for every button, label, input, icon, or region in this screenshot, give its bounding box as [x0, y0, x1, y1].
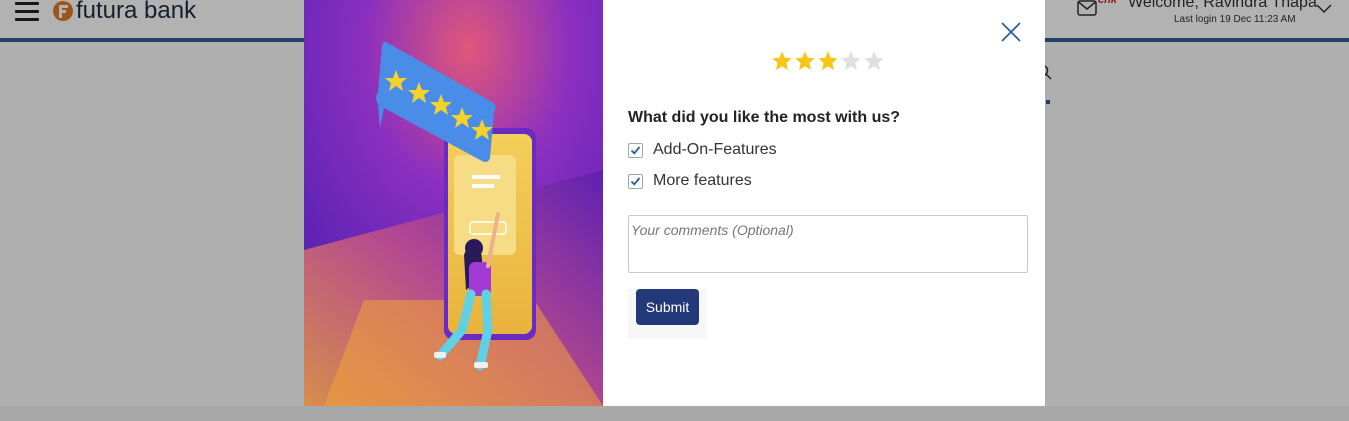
feedback-modal: What did you like the most with us? Add-…: [304, 0, 1045, 406]
option-add-on-features[interactable]: Add-On-Features: [628, 141, 777, 159]
submit-button[interactable]: Submit: [636, 289, 699, 325]
option-more-features[interactable]: More features: [628, 172, 752, 190]
submit-area: Submit: [628, 289, 707, 339]
star-rating: [771, 50, 885, 72]
star-icon[interactable]: [771, 50, 793, 72]
modal-backdrop-bottom: [0, 406, 1349, 421]
feedback-question: What did you like the most with us?: [628, 109, 901, 126]
checkbox-more-features[interactable]: [628, 173, 643, 189]
star-icon[interactable]: [817, 50, 839, 72]
close-icon[interactable]: [999, 20, 1023, 44]
feedback-form: What did you like the most with us? Add-…: [603, 0, 1045, 406]
checkbox-add-on-features[interactable]: [628, 142, 643, 158]
option-label: More features: [653, 172, 752, 189]
star-icon[interactable]: [863, 50, 885, 72]
option-label: Add-On-Features: [653, 141, 777, 158]
star-icon[interactable]: [840, 50, 862, 72]
rating-illustration: [304, 0, 603, 406]
star-icon[interactable]: [794, 50, 816, 72]
comments-field[interactable]: [628, 215, 1028, 273]
